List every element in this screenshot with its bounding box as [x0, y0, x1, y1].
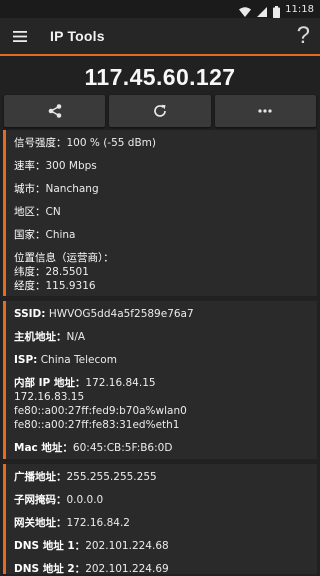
location-heading: 位置信息（运营商）： — [14, 251, 309, 265]
mac-row: Mac 地址：60:45:CB:5F:B6:0D — [14, 441, 309, 455]
longitude-row: 经度：115.9316 — [14, 279, 309, 293]
dns2-label: DNS 地址 2： — [14, 563, 86, 575]
gateway-label: 网关地址： — [14, 517, 67, 529]
internal-ip-value-1: 172.16.84.15 — [85, 377, 156, 389]
subnet-label: 子网掩码： — [14, 494, 67, 506]
signal-strength-label: 信号强度： — [14, 137, 67, 149]
more-icon — [258, 109, 272, 113]
signal-icon — [256, 3, 268, 17]
ssid-row: SSID: HWVOG5dd4a5f2589e76a7 — [14, 307, 309, 321]
subnet-value: 0.0.0.0 — [66, 494, 104, 506]
more-button[interactable] — [214, 95, 316, 127]
speed-label: 速率： — [14, 160, 46, 172]
action-toolbar — [4, 95, 316, 127]
internal-ip-label: 内部 IP 地址： — [14, 377, 86, 389]
isp-value: China Telecom — [40, 354, 117, 366]
refresh-button[interactable] — [109, 95, 211, 127]
signal-strength-value: 100 % (-55 dBm) — [66, 137, 156, 149]
gateway-row: 网关地址：172.16.84.2 — [14, 516, 309, 530]
broadcast-value: 255.255.255.255 — [66, 471, 157, 483]
dns2-row: DNS 地址 2：202.101.224.69 — [14, 562, 309, 576]
share-button[interactable] — [4, 95, 106, 127]
broadcast-label: 广播地址： — [14, 471, 67, 483]
internal-ip-value-4: fe80::a00:27ff:fe83:31ed%eth1 — [14, 419, 180, 431]
wifi-icon — [239, 3, 252, 17]
dns1-label: DNS 地址 1： — [14, 540, 86, 552]
region-label: 地区： — [14, 206, 46, 218]
country-value: China — [45, 229, 76, 241]
dns2-value: 202.101.224.69 — [85, 563, 169, 575]
longitude-label: 经度： — [14, 280, 46, 292]
region-value: CN — [45, 206, 61, 218]
host-row: 主机地址：N/A — [14, 330, 309, 344]
location-label: 位置信息（运营商）： — [14, 252, 114, 264]
city-label: 城市： — [14, 183, 46, 195]
internal-ip-value-2: 172.16.83.15 — [14, 391, 85, 403]
speed-row: 速率：300 Mbps — [14, 159, 309, 173]
latitude-row: 纬度：28.5501 — [14, 265, 309, 279]
host-label: 主机地址： — [14, 331, 67, 343]
dns1-value: 202.101.224.68 — [85, 540, 169, 552]
host-value: N/A — [66, 331, 86, 343]
subnet-row: 子网掩码：0.0.0.0 — [14, 493, 309, 507]
broadcast-row: 广播地址：255.255.255.255 — [14, 470, 309, 484]
country-row: 国家：China — [14, 228, 309, 242]
city-value: Nanchang — [45, 183, 99, 195]
gateway-value: 172.16.84.2 — [66, 517, 130, 529]
help-button[interactable]: ? — [297, 22, 310, 50]
share-icon — [48, 104, 61, 118]
mac-value: 60:45:CB:5F:B6:0D — [72, 442, 173, 454]
country-label: 国家： — [14, 229, 46, 241]
app-bar: IP Tools ? — [0, 18, 320, 56]
connection-info-card: 信号强度：100 % (-55 dBm) 速率：300 Mbps 城市：Nanc… — [3, 130, 317, 296]
menu-button[interactable] — [0, 17, 40, 55]
mac-label: Mac 地址： — [14, 442, 73, 454]
ssid-label: SSID: — [14, 308, 46, 320]
hamburger-menu-icon — [13, 30, 27, 42]
latitude-value: 28.5501 — [45, 266, 89, 278]
region-row: 地区：CN — [14, 205, 309, 219]
isp-row: ISP: China Telecom — [14, 353, 309, 367]
speed-value: 300 Mbps — [45, 160, 97, 172]
latitude-label: 纬度： — [14, 266, 46, 278]
public-ip-address[interactable]: 117.45.60.127 — [0, 58, 320, 96]
dns1-row: DNS 地址 1：202.101.224.68 — [14, 539, 309, 553]
internal-ip-value-3: fe80::a00:27ff:fed9:b70a%wlan0 — [14, 405, 187, 417]
internal-ip-row: 内部 IP 地址：172.16.84.15 — [14, 376, 309, 390]
network-info-card: SSID: HWVOG5dd4a5f2589e76a7 主机地址：N/A ISP… — [3, 301, 317, 459]
status-time: 11:18 — [285, 3, 314, 15]
longitude-value: 115.9316 — [45, 280, 96, 292]
signal-strength-row: 信号强度：100 % (-55 dBm) — [14, 136, 309, 150]
app-title: IP Tools — [50, 28, 105, 44]
city-row: 城市：Nanchang — [14, 182, 309, 196]
address-info-card: 广播地址：255.255.255.255 子网掩码：0.0.0.0 网关地址：1… — [3, 464, 317, 576]
refresh-icon — [154, 104, 166, 117]
ssid-value: HWVOG5dd4a5f2589e76a7 — [48, 308, 194, 320]
battery-icon — [273, 3, 281, 18]
isp-label: ISP: — [14, 354, 38, 366]
status-bar: 11:18 — [0, 0, 320, 18]
